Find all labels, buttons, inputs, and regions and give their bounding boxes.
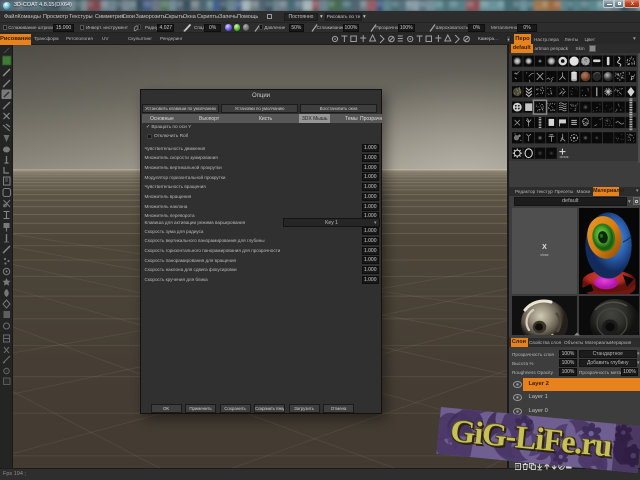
svg-text:MORE: MORE: [560, 155, 569, 159]
